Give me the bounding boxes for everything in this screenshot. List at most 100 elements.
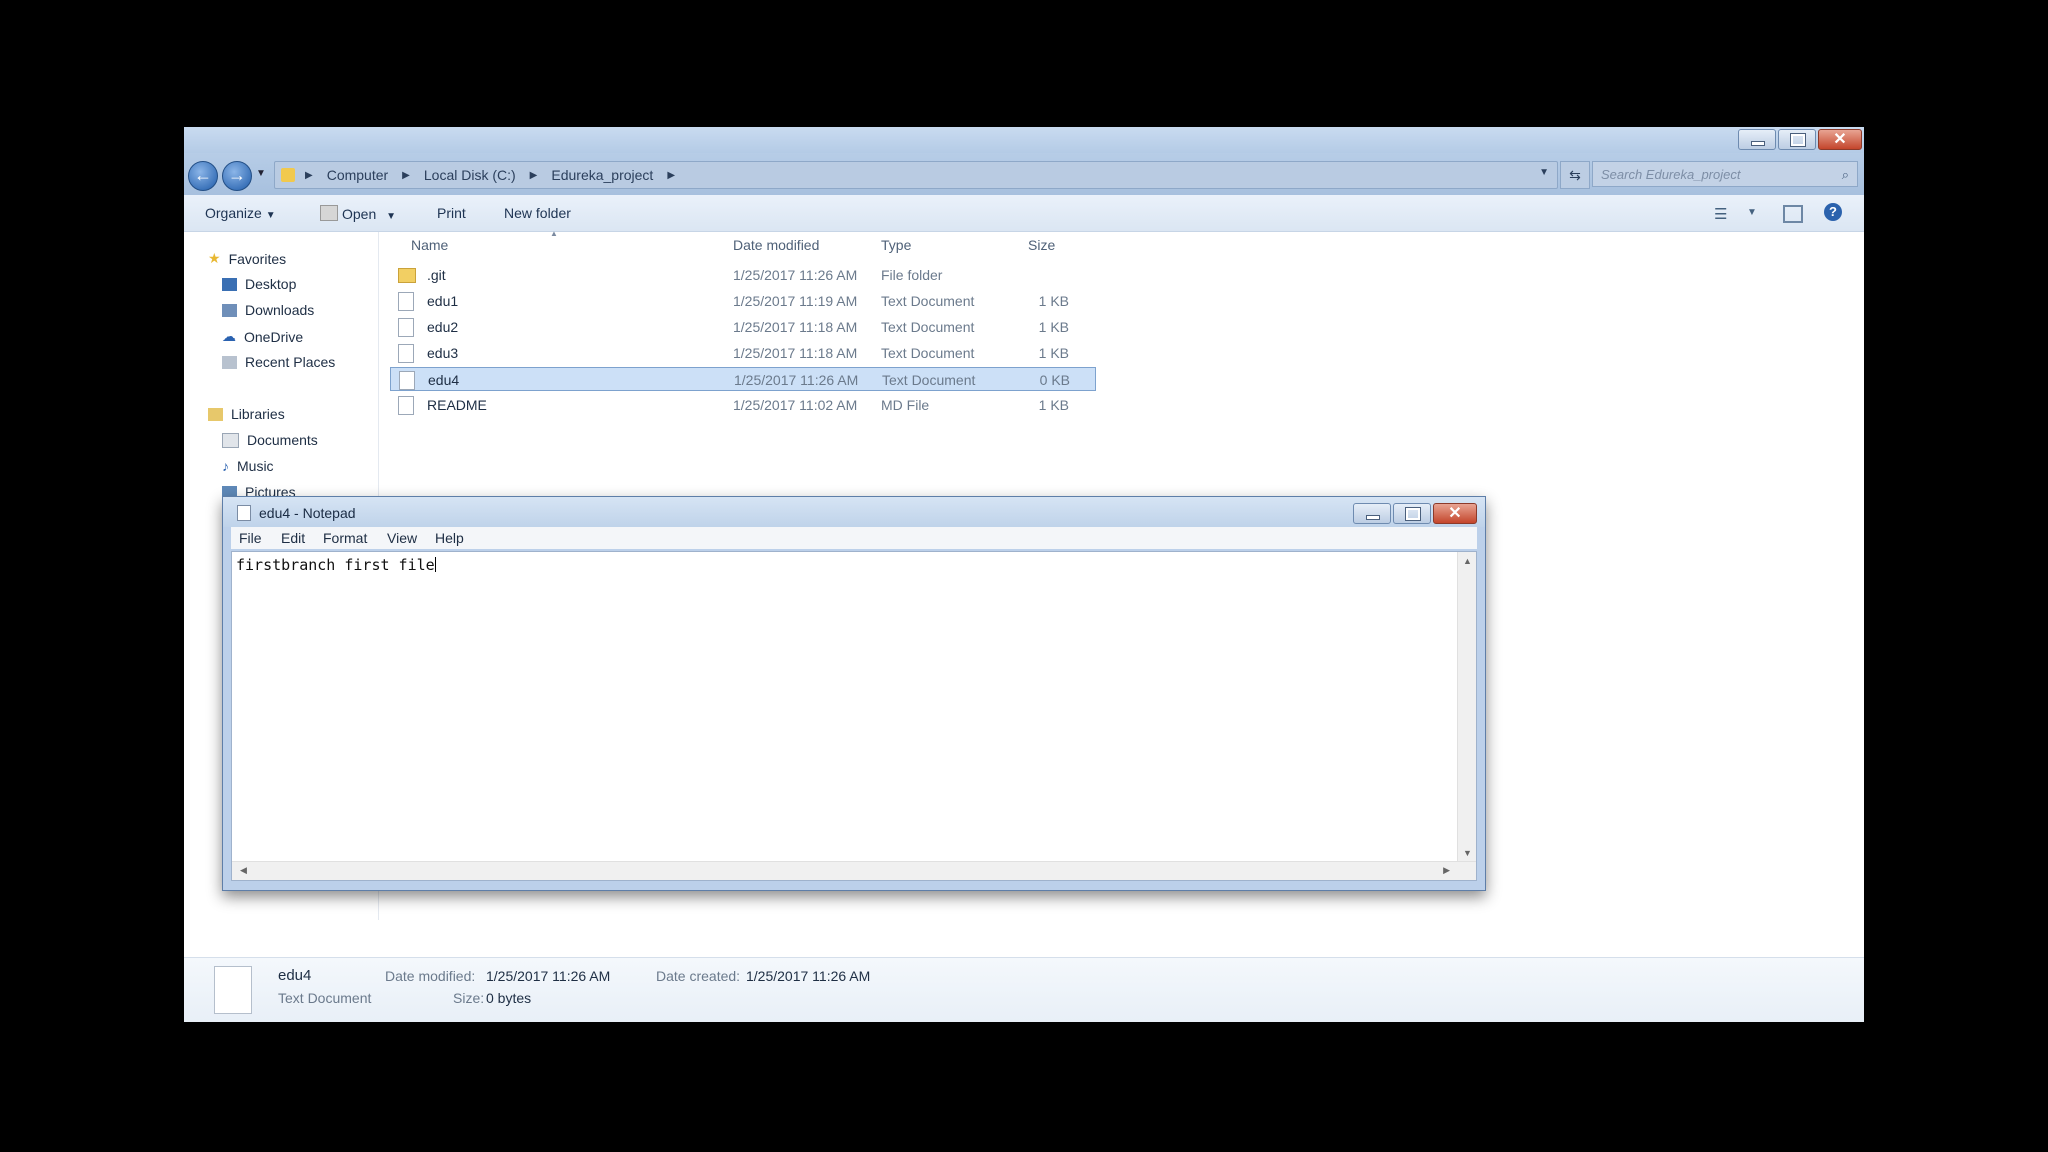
nav-libraries-label: Libraries (231, 406, 285, 422)
menu-format[interactable]: Format (323, 530, 367, 546)
details-created-value: 1/25/2017 11:26 AM (746, 968, 871, 984)
details-modified-label: Date modified: (385, 968, 476, 984)
recent-pages-dropdown[interactable]: ▼ (256, 168, 266, 179)
vertical-scrollbar[interactable]: ▲ ▼ (1457, 552, 1476, 880)
notepad-titlebar[interactable]: edu4 - Notepad ✕ (223, 497, 1485, 527)
file-date: 1/25/2017 11:26 AM (734, 372, 859, 388)
chevron-down-icon: ▼ (265, 210, 276, 221)
file-type: Text Document (881, 345, 975, 361)
print-button[interactable]: Print (437, 205, 466, 221)
notepad-window: edu4 - Notepad ✕ File Edit Format View H… (222, 496, 1486, 891)
breadcrumb-separator-icon[interactable]: ▶ (402, 170, 410, 181)
column-header-type[interactable]: Type (881, 237, 911, 253)
notepad-icon (237, 505, 251, 521)
file-size: 0 KB (1039, 372, 1070, 388)
sort-ascending-icon: ▲ (550, 229, 558, 238)
new-folder-button[interactable]: New folder (504, 205, 571, 221)
explorer-window-controls: ✕ (1738, 129, 1862, 150)
explorer-titlebar[interactable]: ✕ (184, 127, 1864, 153)
file-type: Text Document (882, 372, 976, 388)
file-row[interactable]: README 1/25/2017 11:02 AM MD File 1 KB (394, 393, 1094, 417)
menu-view[interactable]: View (387, 530, 417, 546)
open-button[interactable]: Open ▼ (320, 205, 396, 222)
downloads-icon (222, 303, 237, 317)
file-row[interactable]: edu3 1/25/2017 11:18 AM Text Document 1 … (394, 341, 1094, 365)
nav-downloads[interactable]: Downloads (222, 302, 314, 318)
maximize-button[interactable] (1393, 503, 1431, 524)
music-icon: ♪ (222, 458, 229, 474)
scroll-left-icon[interactable]: ◀ (240, 865, 247, 876)
menu-file[interactable]: File (239, 530, 262, 546)
libraries-icon (208, 407, 223, 421)
search-input[interactable]: Search Edureka_project ⌕ (1592, 161, 1858, 187)
details-file-type: Text Document (278, 990, 372, 1006)
notepad-text-area[interactable]: firstbranch first file ▲ ▼ ◀ ▶ (231, 551, 1477, 881)
file-date: 1/25/2017 11:19 AM (733, 293, 858, 309)
close-button[interactable]: ✕ (1818, 129, 1862, 150)
preview-pane-icon[interactable] (1783, 205, 1803, 223)
refresh-button[interactable]: ⇆ (1560, 161, 1590, 189)
file-row[interactable]: .git 1/25/2017 11:26 AM File folder (394, 263, 1094, 287)
notepad-title: edu4 - Notepad (259, 505, 356, 521)
breadcrumb-edureka-project[interactable]: Edureka_project (551, 167, 653, 183)
breadcrumb-separator-icon[interactable]: ▶ (305, 170, 313, 181)
text-file-icon (398, 318, 414, 337)
column-header-date-modified[interactable]: Date modified (733, 237, 819, 253)
nav-recent-places-label: Recent Places (245, 354, 336, 370)
breadcrumb-computer[interactable]: Computer (327, 167, 388, 183)
nav-desktop-label: Desktop (245, 276, 297, 292)
nav-documents[interactable]: Documents (222, 432, 318, 448)
scroll-up-icon[interactable]: ▲ (1463, 556, 1472, 566)
nav-music[interactable]: ♪ Music (222, 458, 274, 474)
file-name: .git (427, 267, 446, 283)
details-file-name: edu4 (278, 967, 312, 984)
close-button[interactable]: ✕ (1433, 503, 1477, 524)
menu-edit[interactable]: Edit (281, 530, 305, 546)
file-row-selected[interactable]: edu4 1/25/2017 11:26 AM Text Document 0 … (390, 367, 1096, 391)
cloud-icon: ☁ (222, 328, 236, 344)
column-header-name[interactable]: Name (411, 237, 448, 253)
minimize-button[interactable] (1738, 129, 1776, 150)
command-bar: Organize ▼ Open ▼ Print New folder ☰ ▼ ? (184, 195, 1864, 232)
horizontal-scrollbar[interactable]: ◀ ▶ (232, 861, 1476, 880)
restore-icon (1790, 133, 1806, 147)
address-dropdown-icon[interactable]: ▼ (1539, 167, 1549, 178)
open-icon (320, 205, 338, 221)
nav-desktop[interactable]: Desktop (222, 276, 296, 292)
nav-libraries[interactable]: Libraries (208, 406, 285, 422)
file-row[interactable]: edu2 1/25/2017 11:18 AM Text Document 1 … (394, 315, 1094, 339)
breadcrumb-local-disk[interactable]: Local Disk (C:) (424, 167, 516, 183)
nav-music-label: Music (237, 458, 274, 474)
documents-icon (222, 432, 239, 448)
back-button[interactable]: ← (188, 161, 218, 191)
close-icon: ✕ (1448, 505, 1462, 522)
forward-button[interactable]: → (222, 161, 252, 191)
breadcrumb-separator-icon[interactable]: ▶ (530, 170, 538, 181)
file-type: MD File (881, 397, 930, 413)
nav-onedrive[interactable]: ☁ OneDrive (222, 328, 303, 345)
file-size: 1 KB (1038, 345, 1069, 361)
maximize-button[interactable] (1778, 129, 1816, 150)
back-arrow-icon: ← (194, 165, 212, 185)
file-type: File folder (881, 267, 943, 283)
help-icon[interactable]: ? (1824, 203, 1842, 221)
view-options-dropdown[interactable]: ▼ (1747, 207, 1757, 218)
scroll-right-icon[interactable]: ▶ (1443, 865, 1450, 876)
notepad-menu-bar: File Edit Format View Help (231, 527, 1477, 549)
desktop-icon (222, 277, 237, 291)
change-view-icon[interactable]: ☰ (1714, 205, 1727, 223)
menu-help[interactable]: Help (435, 530, 464, 546)
scroll-down-icon[interactable]: ▼ (1463, 848, 1472, 858)
minimize-icon (1751, 141, 1765, 146)
minimize-button[interactable] (1353, 503, 1391, 524)
organize-button[interactable]: Organize ▼ (205, 205, 276, 221)
file-row[interactable]: edu1 1/25/2017 11:19 AM Text Document 1 … (394, 289, 1094, 313)
breadcrumb-separator-icon[interactable]: ▶ (667, 170, 675, 181)
nav-documents-label: Documents (247, 432, 318, 448)
column-header-size[interactable]: Size (1028, 237, 1055, 253)
nav-recent-places[interactable]: Recent Places (222, 354, 335, 370)
address-bar[interactable]: ▶ Computer ▶ Local Disk (C:) ▶ Edureka_p… (274, 161, 1558, 189)
text-caret (434, 557, 436, 572)
nav-favorites[interactable]: ★ Favorites (208, 250, 286, 267)
nav-downloads-label: Downloads (245, 302, 315, 318)
